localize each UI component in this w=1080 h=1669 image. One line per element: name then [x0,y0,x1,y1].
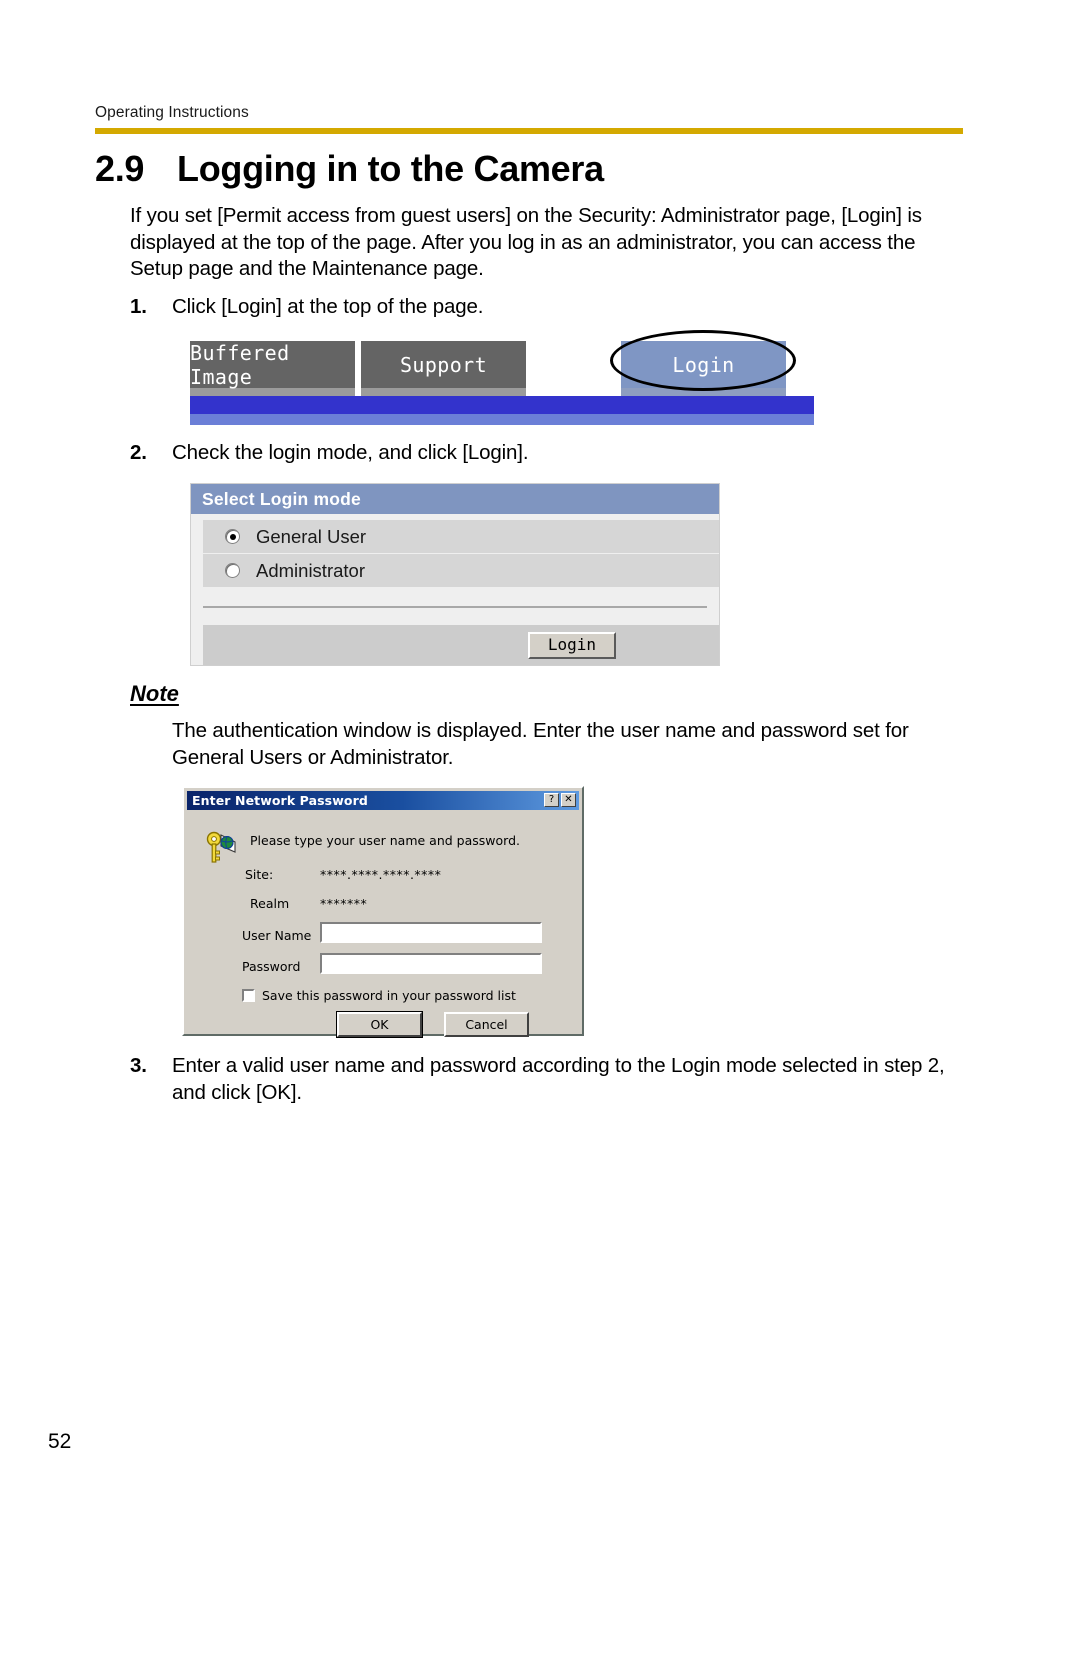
radio-administrator-icon[interactable] [225,563,240,578]
dialog-title-bar: Enter Network Password ? ✕ [187,791,579,810]
login-mode-footer: Login [203,625,719,665]
section-title-text: Logging in to the Camera [177,148,604,189]
manual-page: Operating Instructions 2.9 Logging in to … [0,0,1080,1669]
password-label: Password [242,959,301,974]
dialog-button-row: OK Cancel [336,1011,529,1038]
step-2: 2. Check the login mode, and click [Logi… [130,439,960,466]
dialog-title: Enter Network Password [192,793,368,808]
save-password-row[interactable]: Save this password in your password list [242,988,516,1003]
login-mode-separator [203,606,707,608]
login-mode-option-administrator-label: Administrator [256,559,365,581]
step-1-number: 1. [130,295,147,318]
close-icon[interactable]: ✕ [561,793,576,807]
help-icon[interactable]: ? [544,793,559,807]
note-heading: Note [130,681,179,706]
step-3-number: 3. [130,1054,147,1077]
password-input[interactable] [320,953,542,974]
login-mode-options: General User Administrator [191,514,719,588]
login-mode-option-administrator[interactable]: Administrator [203,554,719,588]
page-number: 52 [48,1430,72,1453]
key-globe-icon [206,831,236,863]
ok-button[interactable]: OK [336,1011,423,1038]
realm-value: ******* [320,896,368,911]
user-name-label: User Name [242,928,312,943]
running-header: Operating Instructions [95,104,249,121]
realm-label: Realm [250,896,290,911]
login-submit-button[interactable]: Login [527,631,616,659]
section-number: 2.9 [95,148,145,189]
step-2-number: 2. [130,441,147,464]
step-1: 1. Click [Login] at the top of the page. [130,293,960,320]
save-password-label: Save this password in your password list [262,988,516,1003]
nav-tab-strip: Buffered Image Support Login [190,341,814,396]
nav-tab-shadow-buffered-image [190,388,355,396]
step-2-text: Check the login mode, and click [Login]. [172,441,529,464]
dialog-prompt: Please type your user name and password. [250,833,520,848]
nav-tab-login[interactable]: Login [621,341,786,388]
nav-blue-bar [190,396,814,414]
site-value: ****.****.****.**** [320,867,442,882]
step-1-text: Click [Login] at the top of the page. [172,295,484,318]
note-body: The authentication window is displayed. … [172,719,909,769]
figure-top-navigation: Buffered Image Support Login [190,330,814,425]
nav-tab-support[interactable]: Support [361,341,526,388]
page-title: 2.9 Logging in to the Camera [95,148,975,190]
nav-blue-bar-lower [190,414,814,425]
dialog-body: Please type your user name and password.… [187,812,579,1038]
figure-select-login-mode: Select Login mode General User Administr… [190,483,720,666]
select-login-mode-title: Select Login mode [191,484,719,514]
nav-tab-shadow-login [621,388,786,396]
header-rule [95,128,963,134]
cancel-button[interactable]: Cancel [444,1012,529,1037]
radio-general-user-icon[interactable] [225,529,240,544]
figure-enter-network-password-dialog: Enter Network Password ? ✕ Please type y… [182,786,584,1038]
nav-tab-buffered-image[interactable]: Buffered Image [190,341,355,389]
user-name-input[interactable] [320,922,542,943]
site-label: Site: [245,867,274,882]
login-mode-separator-wrap [191,588,719,608]
login-mode-option-general-user-label: General User [256,525,367,547]
dialog-title-buttons: ? ✕ [544,793,576,807]
step-3-text: Enter a valid user name and password acc… [172,1054,945,1104]
intro-paragraph: If you set [Permit access from guest use… [130,204,922,280]
nav-tab-shadow-support [361,388,526,396]
step-3: 3. Enter a valid user name and password … [130,1052,970,1106]
save-password-checkbox-icon[interactable] [242,989,255,1002]
login-mode-option-general-user[interactable]: General User [203,520,719,554]
